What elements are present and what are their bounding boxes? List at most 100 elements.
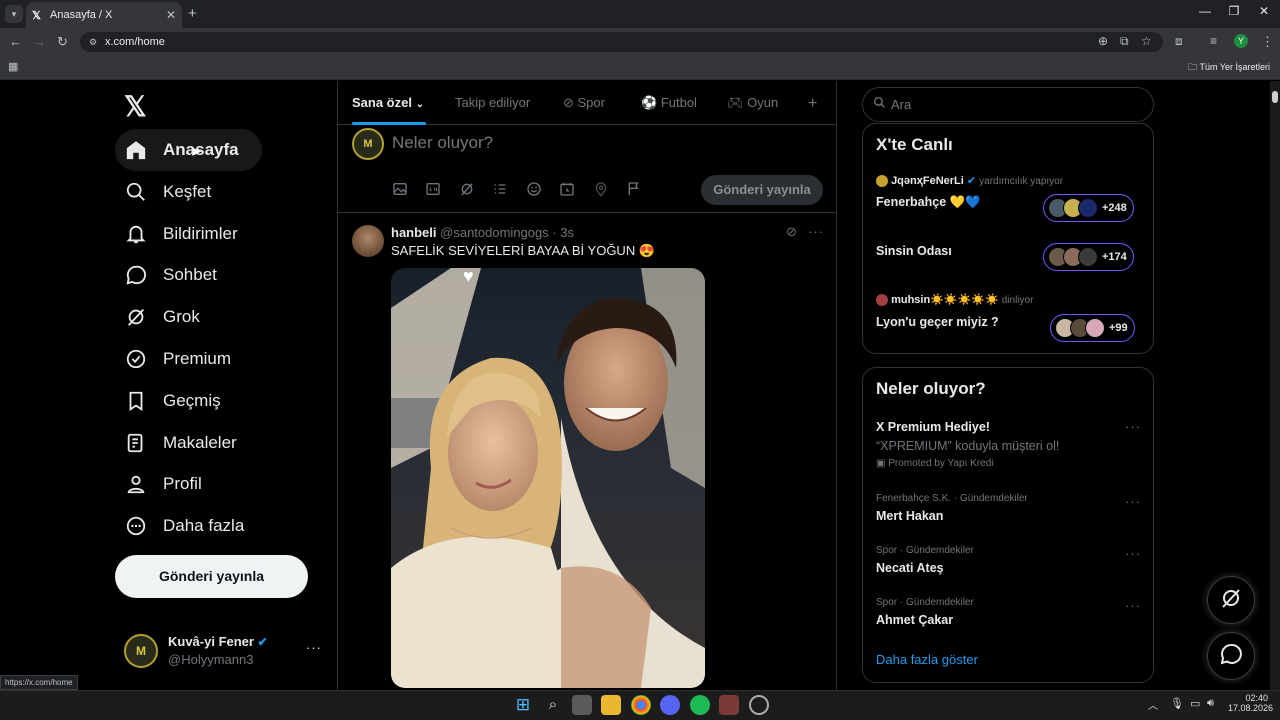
volume-icon[interactable]: 🔊︎ bbox=[1207, 697, 1214, 710]
tweet-photo[interactable] bbox=[391, 268, 705, 688]
forward-icon[interactable]: → bbox=[33, 34, 46, 49]
more-icon[interactable]: ··· bbox=[306, 640, 322, 655]
reload-icon[interactable]: ↻ bbox=[57, 34, 68, 50]
all-bookmarks[interactable]: 🗀 Tüm Yer İşaretleri bbox=[1188, 60, 1270, 76]
network-icon[interactable]: ▭ bbox=[1190, 697, 1200, 710]
account-switcher[interactable]: M Kuvâ-yi Fener ✔ @Holyymann3 ··· bbox=[124, 632, 324, 672]
tweet-author-name[interactable]: hanbeli bbox=[391, 225, 437, 240]
sidebar-item-profile[interactable]: Profil bbox=[115, 463, 262, 505]
sidebar-item-grok[interactable]: Grok bbox=[115, 296, 262, 338]
grok-fab[interactable] bbox=[1207, 576, 1255, 624]
sidebar-item-chat[interactable]: Sohbet bbox=[115, 254, 262, 296]
sidebar-item-notifications[interactable]: Bildirimler bbox=[115, 213, 262, 255]
poll-icon[interactable] bbox=[492, 181, 508, 197]
sidebar-item-more[interactable]: Daha fazla bbox=[115, 505, 262, 547]
post-button[interactable]: Gönderi yayınla bbox=[115, 555, 308, 598]
file-explorer-icon[interactable] bbox=[601, 695, 621, 715]
address-bar[interactable]: ⚙ x.com/home bbox=[80, 32, 1163, 52]
restore-icon[interactable]: ❐ bbox=[1219, 4, 1249, 18]
browser-tab[interactable]: 𝕏 Anasayfa / X ✕ bbox=[26, 2, 182, 28]
new-tab-icon[interactable]: + bbox=[188, 5, 197, 22]
compose-post-button[interactable]: Gönderi yayınla bbox=[701, 175, 823, 205]
location-icon[interactable] bbox=[593, 181, 609, 197]
trend-title[interactable]: Necati Ateş bbox=[876, 561, 944, 575]
tab-search-icon[interactable]: ▾ bbox=[5, 5, 23, 23]
messages-fab[interactable] bbox=[1207, 632, 1255, 680]
space-title[interactable]: Fenerbahçe 💛💙 bbox=[876, 195, 981, 210]
bookmark-star-icon[interactable]: ☆ bbox=[1141, 34, 1152, 48]
all-bookmarks-label: Tüm Yer İşaretleri bbox=[1199, 62, 1270, 72]
tab-following[interactable]: Takip ediliyor bbox=[455, 95, 530, 110]
profile-avatar[interactable]: Y bbox=[1234, 34, 1248, 48]
trend-more-icon[interactable]: ··· bbox=[1125, 598, 1141, 613]
chrome-menu-icon[interactable]: ⋮ bbox=[1261, 34, 1274, 50]
grok-icon[interactable] bbox=[459, 181, 475, 197]
zoom-icon[interactable]: ⊕ bbox=[1098, 34, 1108, 48]
sidebar-item-bookmarks[interactable]: Geçmiş bbox=[115, 380, 262, 422]
install-app-icon[interactable]: ⧉ bbox=[1120, 34, 1129, 49]
space-listeners[interactable]: +99 bbox=[1050, 314, 1135, 342]
microphone-icon[interactable]: 🎙︎ bbox=[1170, 697, 1184, 710]
trend-title[interactable]: Ahmet Çakar bbox=[876, 613, 953, 627]
sidebar-item-premium[interactable]: Premium bbox=[115, 338, 262, 380]
tweet-more-icon[interactable]: ··· bbox=[808, 224, 824, 239]
clock[interactable]: 02:40 17.08.2026 bbox=[1228, 693, 1273, 713]
show-more-link[interactable]: Daha fazla göster bbox=[876, 652, 978, 667]
tab-football[interactable]: ⚽ Futbol bbox=[641, 95, 697, 111]
x-logo-icon[interactable]: 𝕏 bbox=[124, 90, 147, 123]
space-listeners[interactable]: +248 bbox=[1043, 194, 1134, 222]
grok-icon[interactable]: ⊘ bbox=[786, 224, 797, 240]
bookmark-icon bbox=[125, 390, 147, 412]
sidebar-item-articles[interactable]: Makaleler bbox=[115, 422, 262, 464]
chrome-icon[interactable] bbox=[631, 695, 651, 715]
trend-more-icon[interactable]: ··· bbox=[1125, 546, 1141, 561]
apps-icon[interactable]: ▦ bbox=[8, 60, 18, 73]
discord-icon[interactable] bbox=[660, 695, 680, 715]
extensions-icon[interactable]: ⧈ bbox=[1175, 34, 1183, 49]
trends-title: Neler oluyor? bbox=[876, 379, 986, 398]
site-info-icon[interactable]: ⚙ bbox=[89, 32, 97, 52]
sidebar-item-explore[interactable]: Keşfet bbox=[115, 171, 262, 213]
gif-icon[interactable] bbox=[425, 181, 441, 197]
search-input[interactable]: Ara bbox=[862, 87, 1154, 122]
space-title[interactable]: Sinsin Odası bbox=[876, 244, 952, 258]
tweet-avatar[interactable] bbox=[352, 225, 384, 257]
tweet-handle[interactable]: @santodomingogs bbox=[440, 225, 549, 240]
task-view-icon[interactable] bbox=[572, 695, 592, 715]
tab-gaming[interactable]: 🎮︎ Oyun bbox=[727, 95, 778, 111]
scrollbar[interactable] bbox=[1270, 81, 1280, 690]
sidebar-item-home[interactable]: Anasayfa bbox=[115, 129, 262, 171]
trend-title[interactable]: Mert Hakan bbox=[876, 509, 943, 523]
scrollbar-thumb[interactable] bbox=[1272, 91, 1278, 103]
minimize-icon[interactable]: — bbox=[1190, 4, 1220, 18]
windows-start-icon[interactable]: ⊞ bbox=[513, 695, 533, 715]
trend-more-icon[interactable]: ··· bbox=[1125, 494, 1141, 509]
flag-icon[interactable] bbox=[626, 181, 642, 197]
host-note: dinliyor bbox=[1001, 295, 1034, 306]
space-host[interactable]: muhsin☀️☀️☀️☀️☀️ dinliyor bbox=[876, 293, 1034, 307]
compose-input[interactable]: Neler oluyor? bbox=[392, 133, 493, 153]
person-icon bbox=[125, 473, 147, 495]
spotify-icon[interactable] bbox=[690, 695, 710, 715]
media-icon[interactable]: ≡ bbox=[1210, 34, 1217, 48]
promo-title[interactable]: X Premium Hediye! bbox=[876, 420, 990, 434]
photos-icon[interactable] bbox=[719, 695, 739, 715]
steam-icon[interactable] bbox=[749, 695, 769, 715]
tab-title: Anasayfa / X bbox=[50, 9, 113, 21]
tab-for-you[interactable]: Sana özel ⌄ bbox=[352, 95, 424, 110]
taskbar-search-icon[interactable]: ⌕ bbox=[543, 695, 563, 715]
space-title[interactable]: Lyon'u geçer miyiz ? bbox=[876, 315, 999, 329]
tab-close-icon[interactable]: ✕ bbox=[166, 8, 176, 22]
schedule-icon[interactable] bbox=[559, 181, 575, 197]
space-listeners[interactable]: +174 bbox=[1043, 243, 1134, 271]
trend-more-icon[interactable]: ··· bbox=[1125, 419, 1141, 434]
window-close-icon[interactable]: ✕ bbox=[1249, 4, 1279, 18]
media-icon[interactable] bbox=[392, 181, 408, 197]
tweet-time[interactable]: · 3s bbox=[552, 225, 574, 240]
add-tab-icon[interactable]: + bbox=[808, 95, 817, 113]
emoji-icon[interactable] bbox=[526, 181, 542, 197]
tray-chevron-icon[interactable]: ︿ bbox=[1148, 697, 1158, 712]
tab-sports[interactable]: ⊘ Spor bbox=[563, 95, 605, 111]
back-icon[interactable]: ← bbox=[9, 34, 22, 49]
space-host[interactable]: JqǝnҳFeNerLi ✔ yardımcılık yapıyor bbox=[876, 174, 1063, 188]
